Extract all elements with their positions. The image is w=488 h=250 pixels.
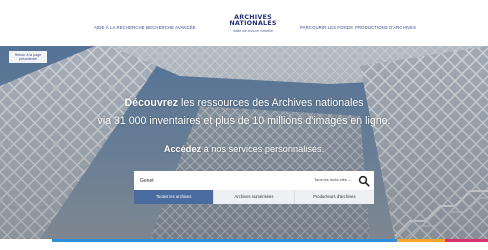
nav-advanced-search-label: Recherche avancée bbox=[146, 25, 196, 30]
nav-help-link[interactable]: Aide à la recherche⌄ bbox=[94, 25, 149, 30]
strip-segment bbox=[0, 239, 52, 242]
hero-subline: Accédez à nos services personnalisés. bbox=[0, 144, 488, 154]
search-input[interactable] bbox=[140, 175, 300, 186]
site-header: Aide à la recherche⌄ Recherche avancée A… bbox=[0, 0, 488, 46]
hero-headline-1-rest: les ressources des Archives nationales bbox=[178, 97, 364, 109]
tab-all-archives[interactable]: Toutes les archives bbox=[134, 190, 214, 204]
hero-headline-2: via 31 000 inventaires et plus de 10 mil… bbox=[97, 115, 391, 127]
search-scope-label: Tous les mots-clés bbox=[314, 177, 347, 182]
strip-segment bbox=[397, 239, 445, 242]
search-box: Tous les mots-clés⌄ bbox=[134, 171, 374, 190]
logo-line2: nationales bbox=[229, 19, 277, 28]
nav-help-label: Aide à la recherche bbox=[94, 25, 145, 30]
hero-background-image bbox=[0, 46, 488, 239]
tab-archive-producers[interactable]: Producteurs d'archives bbox=[293, 190, 374, 204]
logo-title: Archives nationales bbox=[218, 14, 288, 27]
nav-producers-label: Productions d'archives bbox=[355, 25, 417, 30]
chevron-down-icon: ⌄ bbox=[347, 178, 352, 182]
back-button[interactable]: Retour à la page précédente bbox=[9, 51, 47, 63]
hero-subline-bold[interactable]: Accédez bbox=[164, 144, 201, 154]
search-icon[interactable] bbox=[358, 175, 370, 187]
tab-digitized-archives[interactable]: Archives numérisées bbox=[213, 190, 294, 204]
strip-segment bbox=[52, 239, 397, 242]
hero-banner: Retour à la page précédente Découvrez le… bbox=[0, 46, 488, 239]
bottom-color-strip bbox=[0, 239, 488, 250]
strip-segment bbox=[445, 239, 488, 242]
logo-subtitle: Salle de lecture virtuelle bbox=[232, 28, 274, 33]
search-scope-select[interactable]: Tous les mots-clés⌄ bbox=[314, 177, 351, 182]
hero-headline-1: Découvrez les ressources des Archives na… bbox=[0, 97, 488, 109]
nav-advanced-search-link[interactable]: Recherche avancée bbox=[146, 25, 196, 30]
hero-headline-1-bold: Découvrez bbox=[124, 97, 179, 109]
search-tabs: Toutes les archives Archives numérisées … bbox=[134, 190, 374, 204]
hero-subline-rest: à nos services personnalisés. bbox=[201, 144, 325, 154]
site-logo[interactable]: Archives nationales Salle de lecture vir… bbox=[218, 14, 288, 33]
nav-browse-link[interactable]: Parcourir les fonds bbox=[300, 25, 353, 30]
nav-producers-link[interactable]: Productions d'archives bbox=[355, 25, 416, 30]
nav-browse-label: Parcourir les fonds bbox=[300, 25, 353, 30]
back-button-label-2: précédente bbox=[19, 57, 37, 62]
